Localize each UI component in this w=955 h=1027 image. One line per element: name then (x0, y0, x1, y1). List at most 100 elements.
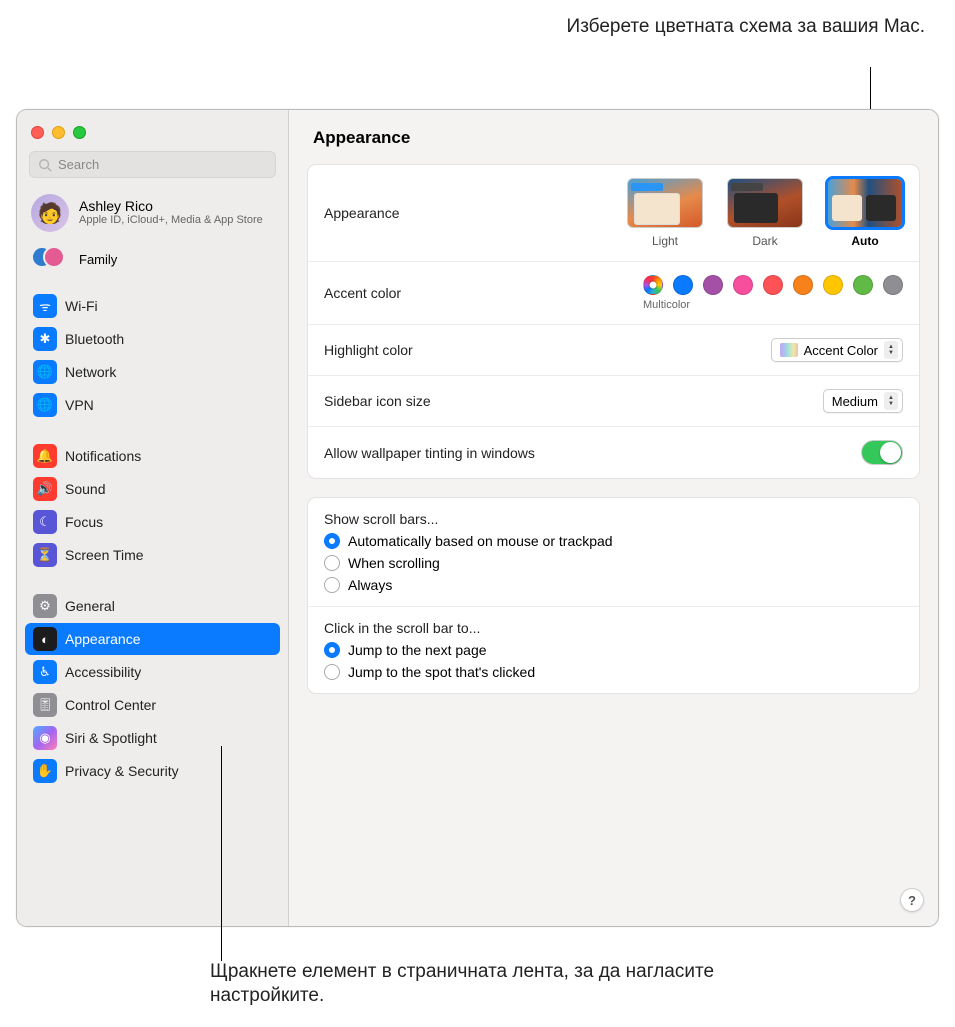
appearance-icon: ◐ (33, 627, 57, 651)
highlight-select[interactable]: Accent Color ▲▼ (771, 338, 903, 362)
row-appearance: Appearance LightDarkAuto (308, 165, 919, 262)
settings-window: Search 🧑 Ashley Rico Apple ID, iCloud+, … (16, 109, 939, 927)
radio-icon (324, 642, 340, 658)
sidebar-item-general[interactable]: ⚙General (25, 590, 280, 622)
minimize-button[interactable] (52, 126, 65, 139)
accent-swatch-0[interactable] (643, 275, 663, 295)
sidebar-item-label: Appearance (65, 631, 141, 647)
accent-swatch-7[interactable] (853, 275, 873, 295)
chevron-updown-icon: ▲▼ (884, 341, 898, 359)
callout-line-bottom (221, 746, 222, 961)
appearance-option-dark[interactable]: Dark (727, 178, 803, 248)
sidebar-item-label: General (65, 598, 115, 614)
accent-swatch-6[interactable] (823, 275, 843, 295)
scrollbars-option-0[interactable]: Automatically based on mouse or trackpad (324, 533, 613, 549)
family-label: Family (79, 252, 117, 267)
sidebar-item-appearance[interactable]: ◐ Appearance (25, 623, 280, 655)
radio-icon (324, 555, 340, 571)
sidebar-item-bluetooth[interactable]: ✱Bluetooth (25, 323, 280, 355)
globe-icon: 🌐 (33, 360, 57, 384)
panel-scroll: Show scroll bars... Automatically based … (307, 497, 920, 694)
row-wallpaper-tint: Allow wallpaper tinting in windows (308, 427, 919, 478)
hand-icon: ✋ (33, 759, 57, 783)
appearance-thumb-auto (827, 178, 903, 228)
sidebar-item-label: Control Center (65, 697, 156, 713)
sidebar-item-siri-spotlight[interactable]: ◉Siri & Spotlight (25, 722, 280, 754)
radio-icon (324, 533, 340, 549)
maximize-button[interactable] (73, 126, 86, 139)
chevron-updown-icon: ▲▼ (884, 392, 898, 410)
close-button[interactable] (31, 126, 44, 139)
avatar: 🧑 (31, 194, 69, 232)
wifi-icon: ᯤ (33, 294, 57, 318)
sidebar-item-privacy-security[interactable]: ✋ Privacy & Security (25, 755, 280, 787)
vpn-icon: 🌐 (33, 393, 57, 417)
user-subtitle: Apple ID, iCloud+, Media & App Store (79, 214, 263, 227)
user-name: Ashley Rico (79, 198, 263, 214)
scrollbars-option-2[interactable]: Always (324, 577, 613, 593)
highlight-swatch (780, 343, 798, 357)
family-avatars (31, 246, 69, 272)
sidebar-item-wi-fi[interactable]: ᯤ Wi-Fi (25, 290, 280, 322)
speaker-icon: 🔊 (33, 477, 57, 501)
sidebar-item-vpn[interactable]: 🌐 VPN (25, 389, 280, 421)
search-placeholder: Search (58, 157, 99, 172)
sidebar-item-label: Siri & Spotlight (65, 730, 157, 746)
wallpaper-tint-toggle[interactable] (861, 440, 903, 465)
sidebar-item-label: Network (65, 364, 116, 380)
sidebar-item-focus[interactable]: ☾Focus (25, 506, 280, 538)
sidebar-item-label: Privacy & Security (65, 763, 179, 779)
sidebar-group-3: ⚙General ◐ Appearance ♿︎Accessibility🎚Contr… (17, 586, 288, 792)
accent-colors: Multicolor (643, 275, 903, 311)
sidebar-item-label: Bluetooth (65, 331, 124, 347)
row-sidebar-icon: Sidebar icon size Medium ▲▼ (308, 376, 919, 427)
sidebar-icon-select[interactable]: Medium ▲▼ (823, 389, 903, 413)
callout-bottom: Щракнете елемент в страничната лента, за… (210, 960, 770, 1009)
row-highlight: Highlight color Accent Color ▲▼ (308, 325, 919, 376)
sidebar-item-sound[interactable]: 🔊Sound (25, 473, 280, 505)
sidebar-item-family[interactable]: Family (17, 238, 288, 286)
sidebar-item-label: Screen Time (65, 547, 144, 563)
accent-swatch-5[interactable] (793, 275, 813, 295)
scrollbars-option-1[interactable]: When scrolling (324, 555, 613, 571)
sidebar-item-label: VPN (65, 397, 94, 413)
appearance-option-light[interactable]: Light (627, 178, 703, 248)
bell-icon: 🔔 (33, 444, 57, 468)
sidebar: Search 🧑 Ashley Rico Apple ID, iCloud+, … (17, 110, 289, 926)
row-accent: Accent color Multicolor (308, 262, 919, 325)
row-scrollbars: Show scroll bars... Automatically based … (308, 498, 919, 607)
search-icon (38, 158, 52, 172)
help-button[interactable]: ? (900, 888, 924, 912)
appearance-options: Light Dark Auto (627, 178, 903, 248)
sidebar-item-notifications[interactable]: 🔔 Notifications (25, 440, 280, 472)
sidebar-item-control-center[interactable]: 🎚Control Center (25, 689, 280, 721)
appearance-option-auto[interactable]: Auto (827, 178, 903, 248)
sidebar-item-label: Focus (65, 514, 103, 530)
sidebar-item-accessibility[interactable]: ♿︎Accessibility (25, 656, 280, 688)
content: Appearance LightDarkAuto Accent color Mu… (289, 160, 938, 730)
appearance-thumb-dark (727, 178, 803, 228)
search-input[interactable]: Search (29, 151, 276, 178)
hourglass-icon: ⏳ (33, 543, 57, 567)
accent-swatch-3[interactable] (733, 275, 753, 295)
radio-icon (324, 664, 340, 680)
sidebar-group-2: 🔔 Notifications 🔊Sound☾Focus ⏳ Screen Time (17, 436, 288, 576)
click-scroll-option-1[interactable]: Jump to the spot that's clicked (324, 664, 535, 680)
radio-icon (324, 577, 340, 593)
sidebar-group-1: ᯤ Wi-Fi ✱Bluetooth 🌐 Network 🌐 VPN (17, 286, 288, 426)
sidebar-item-screen-time[interactable]: ⏳ Screen Time (25, 539, 280, 571)
sidebar-item-network[interactable]: 🌐 Network (25, 356, 280, 388)
accent-swatch-1[interactable] (673, 275, 693, 295)
sidebar-item-label: Wi-Fi (65, 298, 98, 314)
accent-swatch-4[interactable] (763, 275, 783, 295)
accent-swatch-8[interactable] (883, 275, 903, 295)
click-scroll-option-0[interactable]: Jump to the next page (324, 642, 535, 658)
sidebar-item-label: Notifications (65, 448, 141, 464)
panel-appearance: Appearance LightDarkAuto Accent color Mu… (307, 164, 920, 479)
sidebar-item-appleid[interactable]: 🧑 Ashley Rico Apple ID, iCloud+, Media &… (17, 188, 288, 238)
row-click-scroll: Click in the scroll bar to... Jump to th… (308, 607, 919, 693)
accent-swatch-2[interactable] (703, 275, 723, 295)
main-panel: Appearance Appearance LightDarkAuto Acce… (289, 110, 938, 926)
callout-line-top (870, 67, 871, 112)
sidebar-item-label: Accessibility (65, 664, 141, 680)
